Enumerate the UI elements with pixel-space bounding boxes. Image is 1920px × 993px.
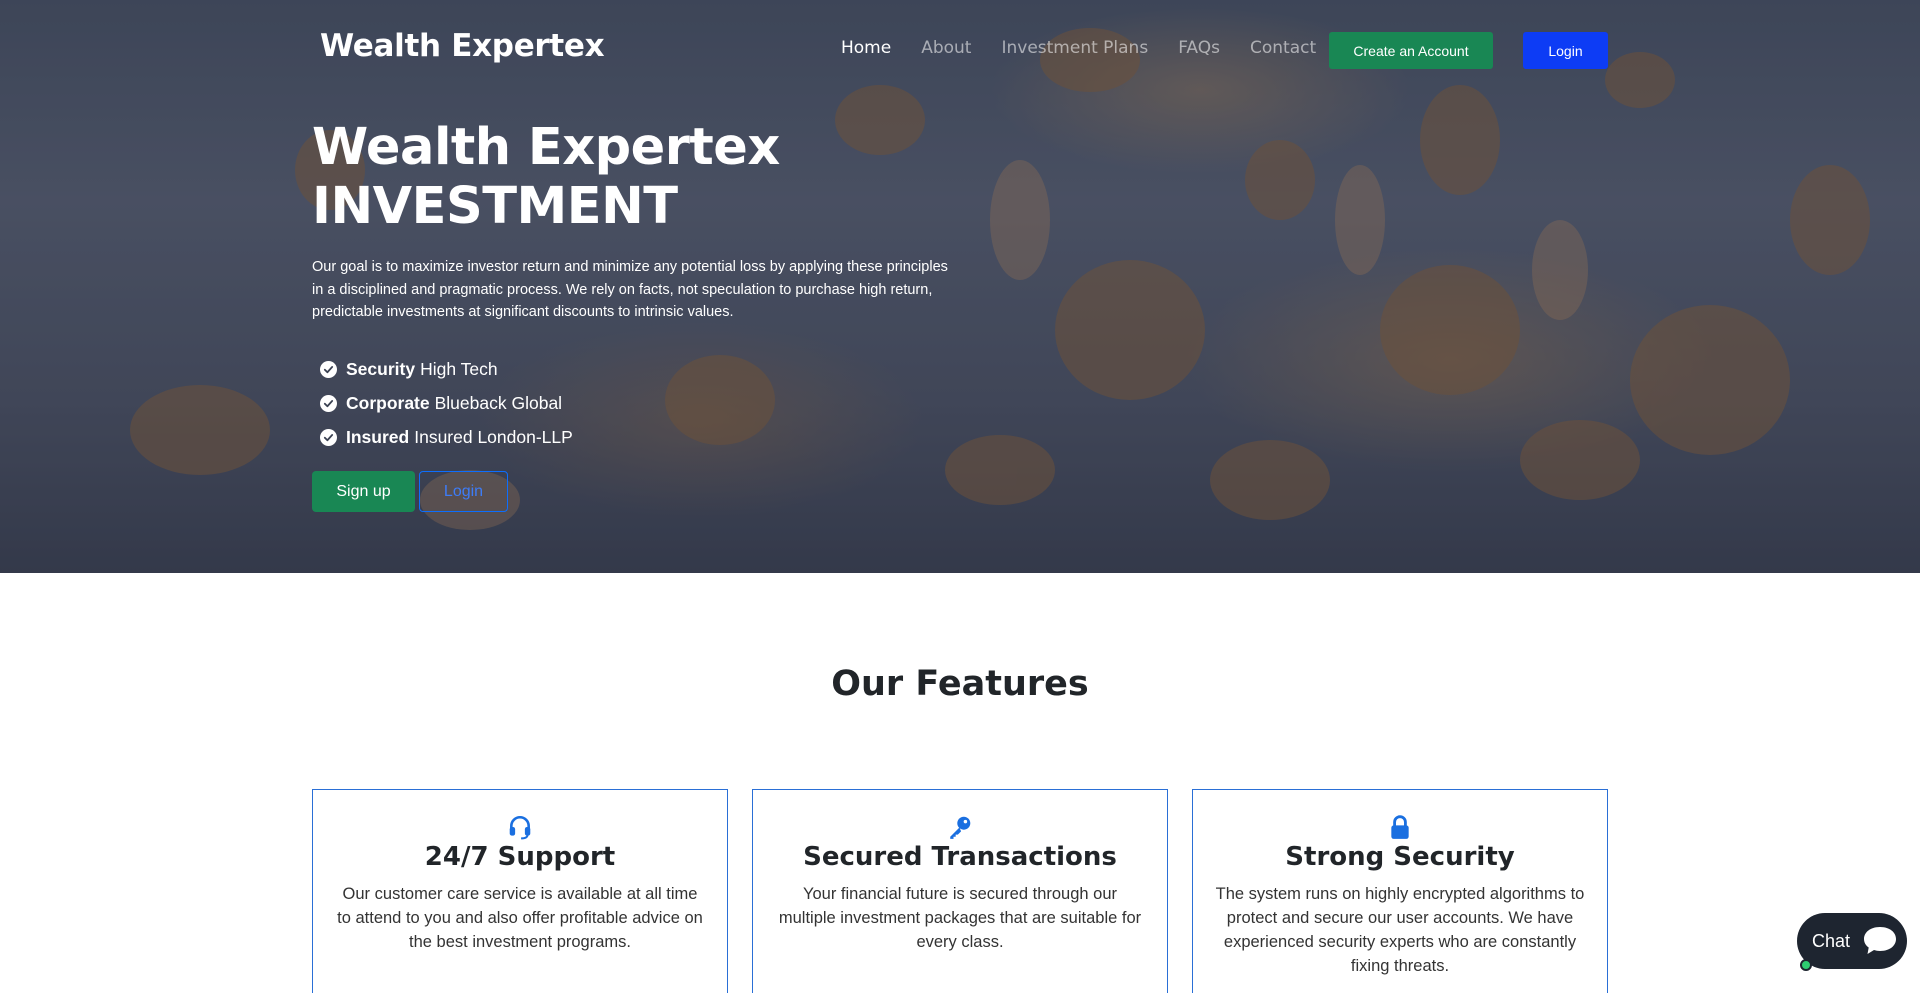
check-strong: Security: [346, 358, 416, 379]
online-status-dot: [1800, 959, 1812, 971]
check-circle-icon: [320, 394, 337, 412]
key-icon: [947, 814, 973, 840]
hero-section: Wealth Expertex Home About Investment Pl…: [0, 0, 1920, 573]
feature-title: 24/7 Support: [424, 842, 616, 872]
feature-text: The system runs on highly encrypted algo…: [1215, 885, 1585, 975]
feature-card-transactions: Secured Transactions Your financial futu…: [752, 789, 1168, 993]
navbar: Wealth Expertex Home About Investment Pl…: [0, 0, 1920, 100]
nav-links: Home About Investment Plans FAQs Contact: [841, 38, 1346, 58]
hero-title-line1: Wealth Expertex: [312, 118, 780, 177]
nav-link-faqs[interactable]: FAQs: [1178, 38, 1220, 58]
check-strong: Corporate: [346, 392, 430, 413]
create-account-button[interactable]: Create an Account: [1329, 32, 1493, 69]
check-item-security: Security High Tech: [320, 352, 573, 386]
check-text: Insured London-LLP: [414, 426, 573, 447]
feature-card-security: Strong Security The system runs on highl…: [1192, 789, 1608, 993]
hero-title-line2: INVESTMENT: [312, 177, 678, 236]
check-text: High Tech: [420, 358, 498, 379]
feature-title: Secured Transactions: [803, 842, 1117, 872]
feature-card-support: 24/7 Support Our customer care service i…: [312, 789, 728, 993]
feature-text: Our customer care service is available a…: [337, 885, 703, 951]
chat-widget-button[interactable]: Chat: [1797, 913, 1907, 971]
signup-button[interactable]: Sign up: [312, 471, 415, 512]
feature-text: Your financial future is secured through…: [778, 885, 1142, 951]
chat-label: Chat: [1812, 930, 1851, 951]
brand-logo[interactable]: Wealth Expertex: [320, 28, 605, 64]
hero-title: Wealth Expertex INVESTMENT: [312, 118, 780, 236]
check-circle-icon: [320, 360, 337, 378]
hero-login-button[interactable]: Login: [419, 471, 508, 512]
nav-login-button[interactable]: Login: [1523, 32, 1608, 69]
check-item-corporate: Corporate Blueback Global: [320, 386, 573, 420]
check-strong: Insured: [346, 426, 410, 447]
check-text: Blueback Global: [434, 392, 563, 413]
nav-link-contact[interactable]: Contact: [1250, 38, 1316, 58]
nav-link-about[interactable]: About: [921, 38, 971, 58]
feature-title: Strong Security: [1285, 842, 1515, 872]
features-title: Our Features: [831, 664, 1089, 704]
hero-description: Our goal is to maximize investor return …: [312, 259, 948, 320]
chat-bubble-icon: [1859, 921, 1901, 961]
check-circle-icon: [320, 428, 337, 446]
lock-icon: [1387, 814, 1413, 840]
hero-checklist: Security High Tech Corporate Blueback Gl…: [320, 352, 573, 454]
check-item-insured: Insured Insured London-LLP: [320, 420, 573, 454]
nav-link-investment-plans[interactable]: Investment Plans: [1001, 38, 1148, 58]
headset-icon: [507, 814, 533, 840]
nav-link-home[interactable]: Home: [841, 38, 891, 58]
